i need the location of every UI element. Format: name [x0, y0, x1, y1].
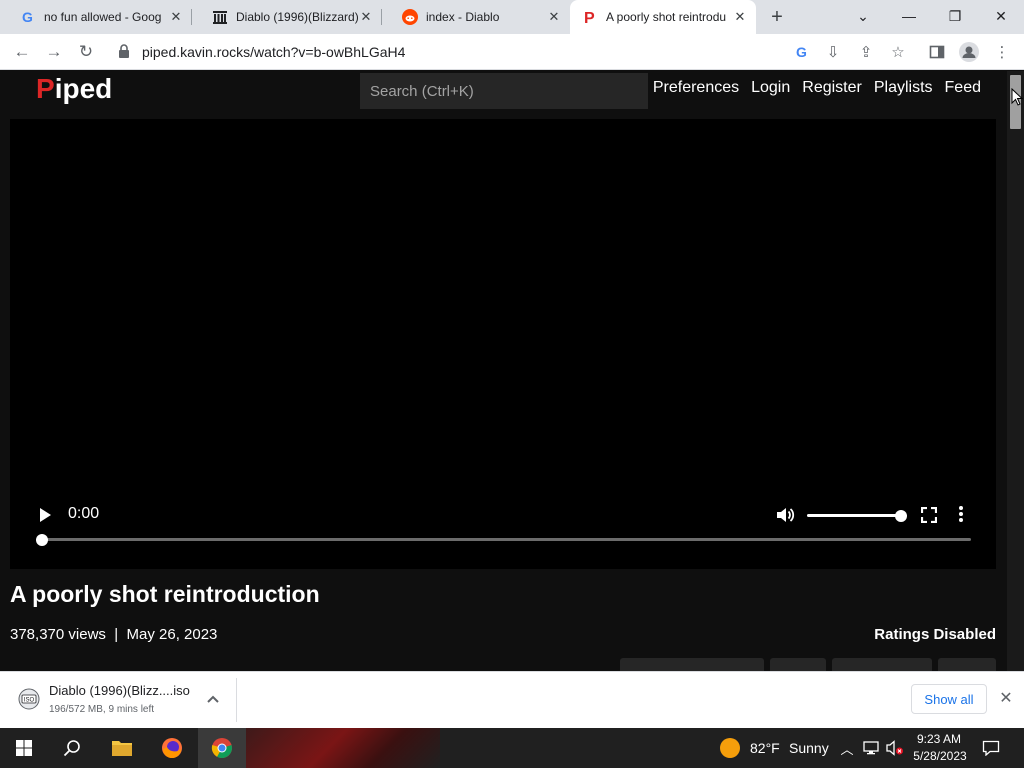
clock-date[interactable]: 5/28/2023: [910, 749, 970, 763]
mouse-cursor-icon: [1011, 88, 1023, 106]
tab-label: Diablo (1996)(Blizzard): [236, 10, 358, 24]
download-filename[interactable]: Diablo (1996)(Blizz....iso: [49, 683, 190, 698]
nav-playlists[interactable]: Playlists: [874, 79, 933, 97]
more-options-icon[interactable]: [957, 505, 965, 523]
video-player[interactable]: 0:00: [10, 119, 996, 569]
google-lens-icon[interactable]: G: [792, 42, 812, 62]
close-icon[interactable]: ✕: [732, 9, 748, 25]
piped-page: Piped Preferences Login Register Playlis…: [0, 71, 1024, 671]
reload-icon[interactable]: ↻: [72, 38, 100, 66]
fullscreen-icon[interactable]: [921, 507, 937, 523]
close-window-icon[interactable]: ✕: [978, 0, 1024, 32]
download-bar: ISO Diablo (1996)(Blizz....iso 196/572 M…: [0, 671, 1024, 728]
piped-icon: P: [582, 9, 598, 25]
profile-icon[interactable]: [959, 42, 979, 62]
seek-bar[interactable]: [36, 533, 971, 546]
back-icon[interactable]: ←: [8, 38, 36, 66]
piped-logo[interactable]: Piped: [36, 73, 112, 105]
play-icon[interactable]: [38, 507, 54, 523]
svg-text:G: G: [22, 10, 33, 24]
volume-muted-icon[interactable]: [886, 738, 904, 758]
tab-archive[interactable]: Diablo (1996)(Blizzard) ✕: [192, 0, 382, 34]
download-status: 196/572 MB, 9 mins left: [49, 704, 155, 715]
side-panel-icon[interactable]: [927, 42, 947, 62]
notifications-icon[interactable]: [982, 738, 1000, 758]
upload-date: May 26, 2023: [126, 626, 218, 643]
tab-label: index - Diablo: [426, 10, 500, 24]
tab-strip: G no fun allowed - Goog ✕ Diablo (1996)(…: [0, 0, 1024, 34]
tab-label: A poorly shot reintrodu: [606, 10, 727, 24]
video-title: A poorly shot reintroduction: [10, 581, 320, 607]
close-icon[interactable]: ✕: [168, 9, 184, 25]
reddit-icon: [402, 9, 418, 25]
volume-slider[interactable]: [807, 509, 907, 522]
search-input[interactable]: [360, 73, 648, 109]
svg-text:P: P: [584, 10, 595, 25]
tab-piped[interactable]: P A poorly shot reintrodu ✕: [570, 0, 756, 34]
tab-search-icon[interactable]: ⌄: [840, 0, 886, 32]
disc-image-icon: ISO: [18, 688, 40, 710]
svg-text:G: G: [796, 45, 807, 59]
nav-login[interactable]: Login: [751, 79, 790, 97]
nav-feed[interactable]: Feed: [945, 79, 981, 97]
action-button[interactable]: [770, 658, 826, 671]
archive-icon: [212, 9, 228, 25]
view-count: 378,370 views: [10, 626, 106, 643]
volume-icon[interactable]: [775, 505, 795, 525]
nav-links: Preferences Login Register Playlists Fee…: [653, 79, 981, 97]
firefox-icon[interactable]: [148, 728, 196, 768]
close-icon[interactable]: ✕: [358, 9, 374, 25]
weather-sun-icon[interactable]: [720, 738, 740, 758]
seek-thumb[interactable]: [36, 533, 48, 546]
weather-temperature[interactable]: 82°F: [750, 740, 780, 756]
volume-thumb[interactable]: [895, 509, 907, 522]
action-button[interactable]: [832, 658, 932, 671]
windows-start-icon[interactable]: [0, 728, 48, 768]
chrome-icon[interactable]: [198, 728, 246, 768]
svg-text:ISO: ISO: [24, 698, 35, 704]
time-display: 0:00: [68, 505, 100, 522]
video-meta: 378,370 views | May 26, 2023: [10, 626, 217, 643]
star-icon[interactable]: ☆: [888, 42, 908, 62]
forward-icon[interactable]: →: [40, 38, 68, 66]
close-icon[interactable]: ✕: [546, 9, 562, 25]
action-button[interactable]: [938, 658, 996, 671]
search-icon[interactable]: [48, 728, 96, 768]
taskbar-wallpaper: [240, 728, 440, 768]
meta-separator: |: [114, 626, 119, 643]
network-icon[interactable]: [862, 738, 880, 758]
install-icon[interactable]: ⇩: [823, 42, 843, 62]
address-bar[interactable]: piped.kavin.rocks/watch?v=b-owBhLGaH4: [142, 44, 405, 60]
share-icon[interactable]: ⇪: [856, 42, 876, 62]
action-button[interactable]: [620, 658, 764, 671]
menu-icon[interactable]: ⋮: [992, 42, 1012, 62]
tab-reddit[interactable]: index - Diablo ✕: [382, 0, 570, 34]
lock-icon[interactable]: [118, 44, 130, 58]
taskbar: 82°F Sunny ︿ 9:23 AM 5/28/2023: [0, 728, 1024, 768]
clock-time[interactable]: 9:23 AM: [914, 732, 964, 746]
nav-register[interactable]: Register: [802, 79, 862, 97]
tab-label: no fun allowed - Goog: [44, 10, 162, 24]
chevron-up-icon[interactable]: ︿: [838, 738, 856, 758]
restore-icon[interactable]: ❐: [932, 0, 978, 32]
google-icon: G: [20, 9, 36, 25]
chevron-up-icon[interactable]: [205, 691, 221, 707]
page-scrollbar[interactable]: [1007, 71, 1024, 671]
show-all-button[interactable]: Show all: [911, 684, 987, 714]
close-icon[interactable]: ✕: [998, 691, 1014, 707]
file-explorer-icon[interactable]: [98, 728, 146, 768]
divider: [236, 678, 237, 722]
nav-preferences[interactable]: Preferences: [653, 79, 739, 97]
browser-toolbar: ← → ↻ piped.kavin.rocks/watch?v=b-owBhLG…: [0, 34, 1024, 70]
weather-condition[interactable]: Sunny: [789, 740, 829, 756]
new-tab-button[interactable]: +: [765, 5, 789, 29]
ratings-status: Ratings Disabled: [874, 626, 996, 643]
minimize-icon[interactable]: —: [886, 0, 932, 32]
tab-google[interactable]: G no fun allowed - Goog ✕: [0, 0, 192, 34]
